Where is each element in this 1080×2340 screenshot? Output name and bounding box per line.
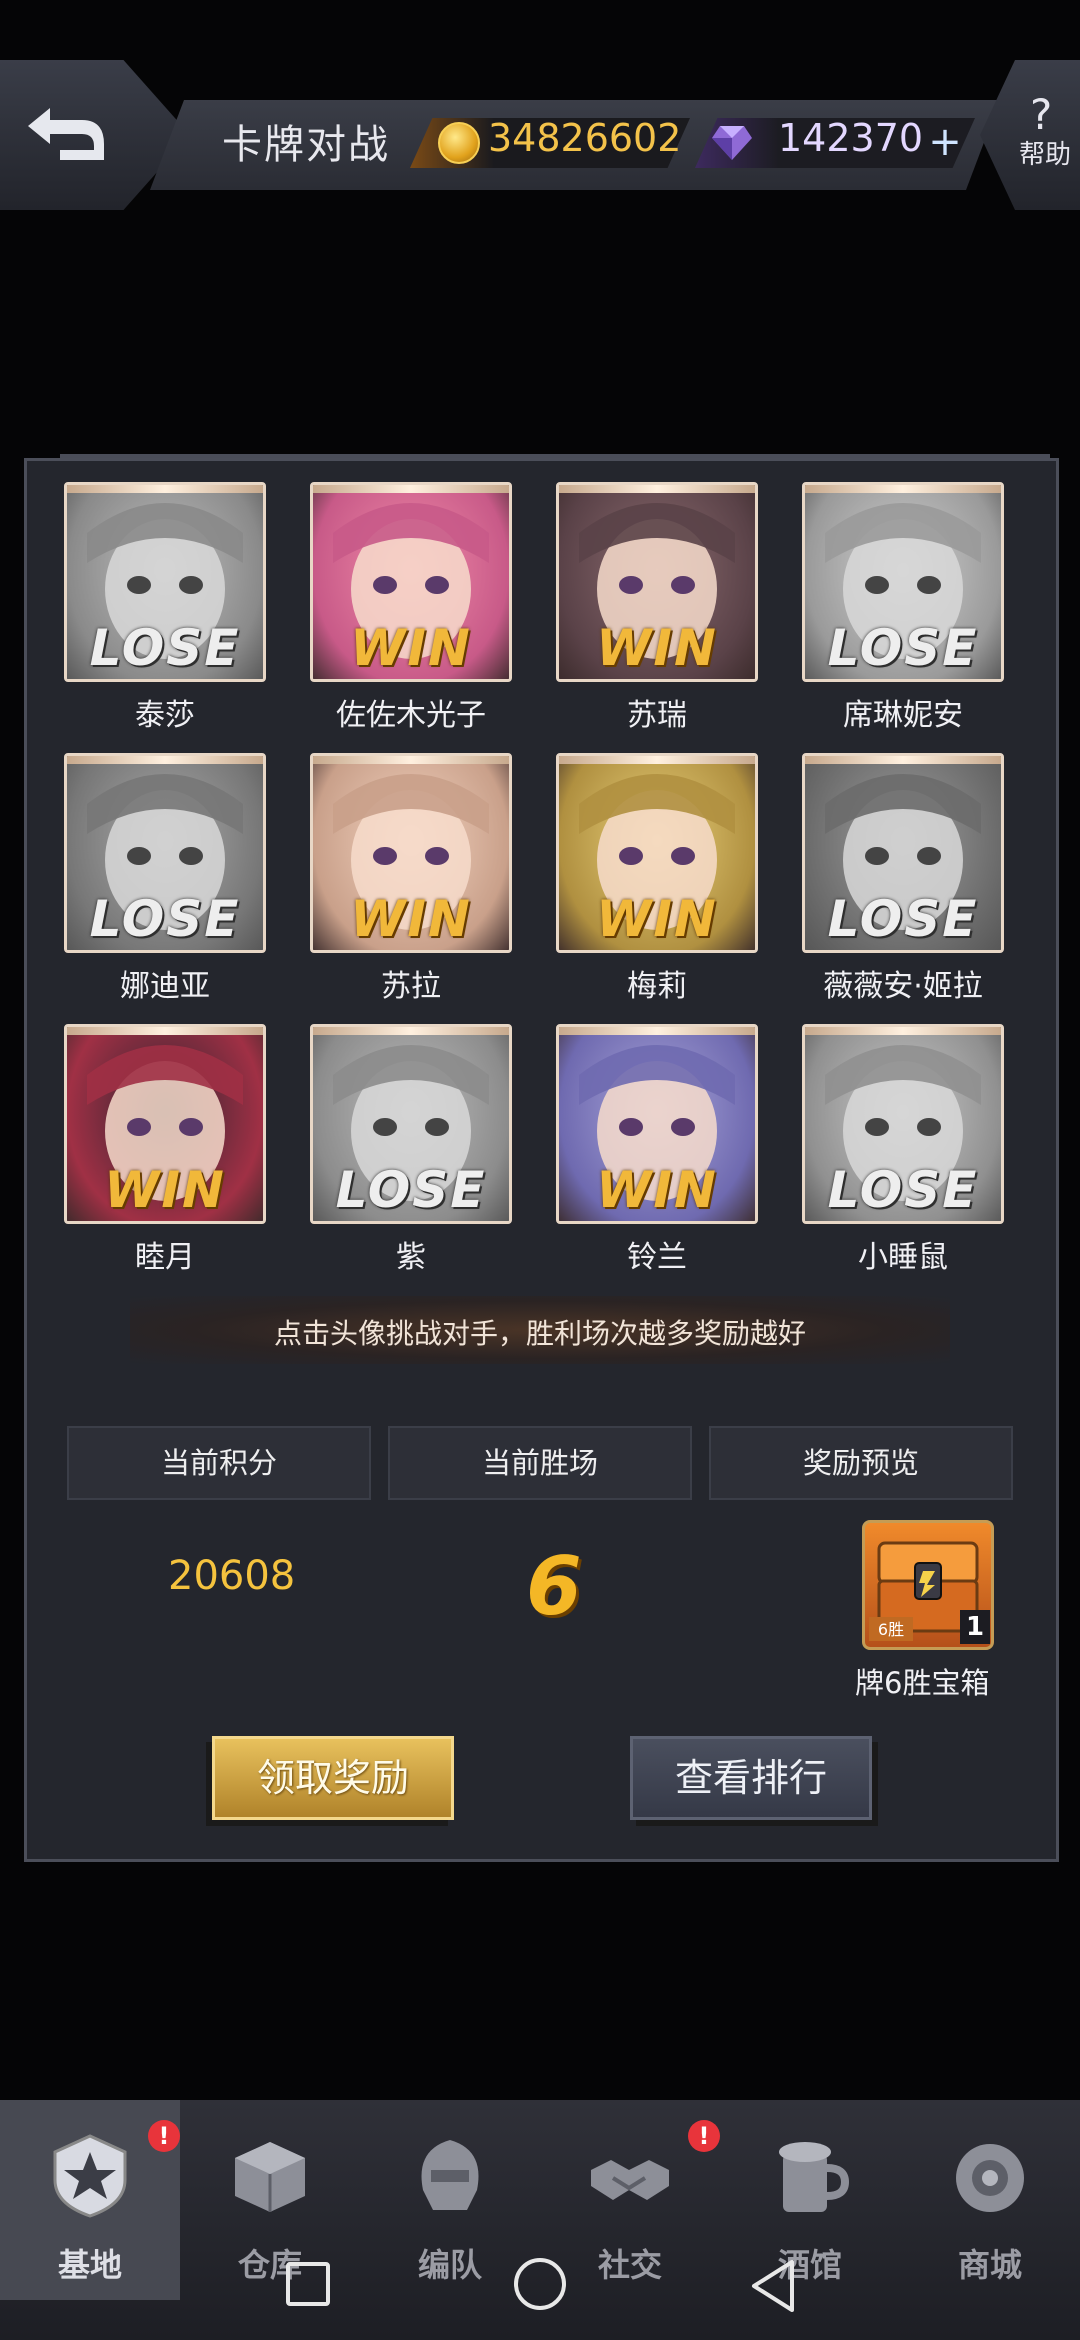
nav-tab-handshake[interactable]: 社交! bbox=[540, 2120, 720, 2290]
wins-header: 当前胜场 bbox=[388, 1426, 692, 1500]
opponent-portrait: WIN bbox=[556, 482, 758, 682]
opponent-card[interactable]: WIN 梅莉 bbox=[556, 753, 758, 1004]
opponent-card[interactable]: WIN 佐佐木光子 bbox=[310, 482, 512, 733]
reward-preview-header: 奖励预览 bbox=[709, 1426, 1013, 1500]
result-badge: LOSE bbox=[827, 890, 979, 948]
opponent-portrait: LOSE bbox=[310, 1024, 512, 1224]
score-header: 当前积分 bbox=[67, 1426, 371, 1500]
opponent-card[interactable]: LOSE 泰莎 bbox=[64, 482, 266, 733]
help-icon: ? bbox=[1030, 90, 1053, 139]
nav-label: 基地 bbox=[57, 2246, 122, 2284]
nav-label: 社交 bbox=[597, 2246, 662, 2284]
result-badge: WIN bbox=[596, 1161, 718, 1219]
system-back-button[interactable] bbox=[748, 2258, 798, 2314]
gold-amount: 348266020 bbox=[488, 116, 678, 160]
back-arrow-icon bbox=[28, 108, 104, 160]
opponent-portrait: WIN bbox=[556, 753, 758, 953]
opponent-name: 席琳妮安 bbox=[843, 698, 963, 733]
nav-label: 仓库 bbox=[237, 2246, 302, 2284]
opponent-name: 紫 bbox=[396, 1240, 426, 1275]
claim-reward-button[interactable]: 领取奖励 bbox=[212, 1736, 454, 1820]
opponent-portrait: WIN bbox=[310, 753, 512, 953]
opponent-name: 小睡鼠 bbox=[858, 1240, 948, 1275]
system-home-button[interactable] bbox=[514, 2258, 566, 2310]
opponent-name: 梅莉 bbox=[627, 969, 687, 1004]
nav-tab-warehouse-box[interactable]: 仓库 bbox=[180, 2130, 360, 2290]
svg-text:6胜: 6胜 bbox=[878, 1620, 904, 1639]
opponent-portrait: LOSE bbox=[802, 1024, 1004, 1224]
opponent-portrait: LOSE bbox=[802, 482, 1004, 682]
nav-tab-team-helmet[interactable]: 编队 bbox=[360, 2130, 540, 2290]
opponent-name: 睦月 bbox=[135, 1240, 195, 1275]
current-wins: 6 bbox=[526, 1540, 582, 1633]
opponent-card[interactable]: LOSE 娜迪亚 bbox=[64, 753, 266, 1004]
result-badge: WIN bbox=[104, 1161, 226, 1219]
opponent-card[interactable]: LOSE 席琳妮安 bbox=[802, 482, 1004, 733]
result-badge: LOSE bbox=[827, 619, 979, 677]
shop-robot-icon bbox=[945, 2130, 1035, 2220]
result-badge: LOSE bbox=[89, 890, 241, 948]
current-score: 20608 bbox=[168, 1553, 296, 1599]
page-title: 卡牌对战 bbox=[222, 122, 390, 168]
opponent-card[interactable]: LOSE 小睡鼠 bbox=[802, 1024, 1004, 1275]
result-badge: WIN bbox=[596, 619, 718, 677]
notification-badge: ! bbox=[688, 2120, 720, 2152]
gold-coin-icon bbox=[438, 122, 480, 164]
reward-count: 1 bbox=[960, 1610, 990, 1644]
result-badge: LOSE bbox=[827, 1161, 979, 1219]
view-ranking-button[interactable]: 查看排行 bbox=[630, 1736, 872, 1820]
opponent-portrait: WIN bbox=[64, 1024, 266, 1224]
result-badge: LOSE bbox=[335, 1161, 487, 1219]
opponent-card[interactable]: WIN 苏瑞 bbox=[556, 482, 758, 733]
nav-label: 编队 bbox=[417, 2246, 482, 2284]
opponent-name: 苏瑞 bbox=[627, 698, 687, 733]
opponent-portrait: LOSE bbox=[64, 482, 266, 682]
opponent-card[interactable]: WIN 铃兰 bbox=[556, 1024, 758, 1275]
gem-icon bbox=[712, 126, 752, 160]
nav-label: 商城 bbox=[957, 2246, 1022, 2284]
opponent-portrait: WIN bbox=[310, 482, 512, 682]
result-badge: WIN bbox=[350, 619, 472, 677]
opponent-card[interactable]: WIN 睦月 bbox=[64, 1024, 266, 1275]
nav-tab-tavern-mug[interactable]: 酒馆 bbox=[720, 2130, 900, 2290]
handshake-icon bbox=[585, 2130, 675, 2220]
notification-badge: ! bbox=[148, 2120, 180, 2152]
opponent-name: 苏拉 bbox=[381, 969, 441, 1004]
system-recents-button[interactable] bbox=[286, 2262, 330, 2306]
gem-amount: 142370 bbox=[778, 116, 924, 160]
base-star-icon bbox=[45, 2130, 135, 2220]
opponent-portrait: LOSE bbox=[64, 753, 266, 953]
nav-label: 酒馆 bbox=[777, 2246, 842, 2284]
opponent-portrait: WIN bbox=[556, 1024, 758, 1224]
help-label: 帮助 bbox=[1019, 140, 1072, 170]
nav-tab-shop-robot[interactable]: 商城 bbox=[900, 2130, 1080, 2290]
opponent-card[interactable]: WIN 苏拉 bbox=[310, 753, 512, 1004]
opponent-name: 铃兰 bbox=[627, 1240, 687, 1275]
nav-tab-base-star[interactable]: 基地! bbox=[0, 2120, 180, 2290]
opponent-card[interactable]: LOSE 薇薇安·姬拉 bbox=[802, 753, 1004, 1004]
opponent-name: 佐佐木光子 bbox=[336, 698, 486, 733]
team-helmet-icon bbox=[405, 2130, 495, 2220]
opponent-card[interactable]: LOSE 紫 bbox=[310, 1024, 512, 1275]
result-badge: WIN bbox=[596, 890, 718, 948]
hint-text: 点击头像挑战对手，胜利场次越多奖励越好 bbox=[273, 1317, 806, 1350]
opponent-name: 薇薇安·姬拉 bbox=[823, 969, 983, 1004]
opponent-portrait: LOSE bbox=[802, 753, 1004, 953]
reward-name: 牌6胜宝箱 bbox=[855, 1666, 990, 1700]
result-badge: LOSE bbox=[89, 619, 241, 677]
tavern-mug-icon bbox=[765, 2130, 855, 2220]
opponent-name: 娜迪亚 bbox=[120, 969, 210, 1004]
opponent-name: 泰莎 bbox=[135, 698, 195, 733]
add-gems-button[interactable]: + bbox=[925, 118, 965, 168]
warehouse-box-icon bbox=[225, 2130, 315, 2220]
result-badge: WIN bbox=[350, 890, 472, 948]
